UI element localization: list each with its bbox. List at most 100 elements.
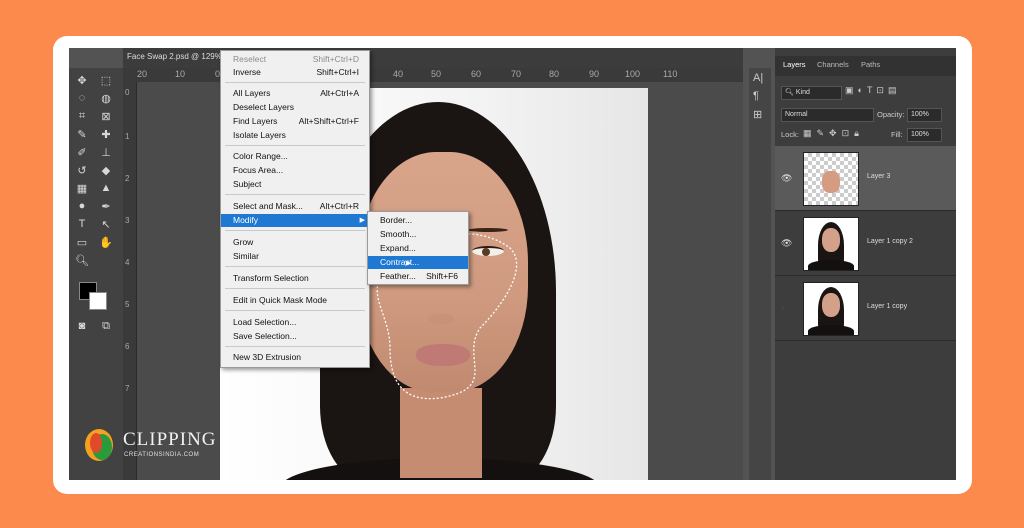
visibility-empty-box[interactable]: ▫ xyxy=(781,303,784,313)
ruler-mark: 70 xyxy=(511,69,522,79)
menu-item-focus-area[interactable]: Focus Area... xyxy=(221,164,369,177)
opacity-label: Opacity: xyxy=(877,110,905,119)
layer-thumbnail xyxy=(803,152,859,206)
background-color-swatch[interactable] xyxy=(89,292,107,310)
blend-mode-select[interactable]: Normal xyxy=(781,108,874,122)
filter-kind-select[interactable]: 🔍︎ Kind xyxy=(781,86,842,100)
tab-paths[interactable]: Paths xyxy=(861,60,880,69)
layer-row[interactable]: 👁︎ Layer 1 copy 2 xyxy=(775,211,956,276)
lock-icons[interactable]: ▦✎✥⊡🔒︎ xyxy=(803,128,864,139)
ruler-mark: 5 xyxy=(125,300,130,309)
paragraph-panel-icon[interactable]: ¶ xyxy=(753,90,759,102)
layer-name: Layer 1 copy 2 xyxy=(867,238,913,245)
submenu-item-contract[interactable]: Contract... ➤ xyxy=(368,256,468,269)
blur-tool-icon[interactable]: ▲ xyxy=(97,180,115,196)
visibility-eye-icon[interactable]: 👁︎ xyxy=(781,238,792,249)
layer-row[interactable]: 👁︎ Layer 3 xyxy=(775,146,956,211)
brush-tool-icon[interactable]: ✐ xyxy=(73,144,91,160)
ruler-mark: 6 xyxy=(125,342,130,351)
dodge-tool-icon[interactable]: ● xyxy=(73,198,91,214)
menu-separator xyxy=(225,230,365,231)
menu-item-deselect-layers[interactable]: Deselect Layers xyxy=(221,101,369,114)
menu-item-similar[interactable]: Similar xyxy=(221,250,369,263)
gradient-tool-icon[interactable]: ▦ xyxy=(73,180,91,196)
document-tab[interactable]: Face Swap 2.psd @ 129% xyxy=(127,52,222,61)
filter-row: 🔍︎ Kind ▣◐T⊡▤ xyxy=(775,82,956,102)
eraser-tool-icon[interactable]: ◆ xyxy=(97,162,115,178)
menu-item-find-layers[interactable]: Find Layers Alt+Shift+Ctrl+F xyxy=(221,115,369,128)
submenu-item-smooth[interactable]: Smooth... xyxy=(368,228,468,241)
menu-separator xyxy=(225,194,365,195)
submenu-item-border[interactable]: Border... xyxy=(368,214,468,227)
ruler-mark: 7 xyxy=(125,384,130,393)
photoshop-window: ✥ ⬚ ◌ ◍ ⌗ ⊠ ✎ ✚ ✐ ⊥ ↺ ◆ ▦ ▲ ● ✒ T ↖ ▭ ✋ … xyxy=(69,48,956,480)
ruler-mark: 90 xyxy=(589,69,600,79)
healing-brush-icon[interactable]: ✚ xyxy=(97,126,115,142)
menu-item-modify[interactable]: Modify ▶ xyxy=(221,214,369,227)
quick-select-icon[interactable]: ◍ xyxy=(97,90,115,106)
submenu-item-feather[interactable]: Feather... Shift+F6 xyxy=(368,270,468,283)
menu-item-select-and-mask[interactable]: Select and Mask... Alt+Ctrl+R xyxy=(221,200,369,213)
type-tool-icon[interactable]: T xyxy=(73,216,91,232)
ruler-mark: 20 xyxy=(137,69,148,79)
ruler-mark: 110 xyxy=(663,69,678,79)
screen-mode-icon[interactable]: ⧉ xyxy=(97,318,115,334)
menu-item-grow[interactable]: Grow xyxy=(221,236,369,249)
logo-title: CLIPPING xyxy=(123,429,217,450)
lasso-tool-icon[interactable]: ◌ xyxy=(73,90,91,106)
path-select-icon[interactable]: ↖ xyxy=(97,216,115,232)
menu-item-quick-mask[interactable]: Edit in Quick Mask Mode xyxy=(221,294,369,307)
filter-icons[interactable]: ▣◐T⊡▤ xyxy=(845,85,900,96)
menu-item-save-selection[interactable]: Save Selection... xyxy=(221,330,369,343)
layer-name: Layer 3 xyxy=(867,173,891,180)
tab-channels[interactable]: Channels xyxy=(817,60,849,69)
eyedropper-icon[interactable]: ✎ xyxy=(73,126,91,142)
menu-item-new-3d-extrusion[interactable]: New 3D Extrusion xyxy=(221,351,369,364)
menu-item-load-selection[interactable]: Load Selection... xyxy=(221,316,369,329)
crop-tool-icon[interactable]: ⌗ xyxy=(73,108,91,124)
menu-item-reselect[interactable]: Reselect Shift+Ctrl+D xyxy=(221,53,369,66)
ruler-mark: 40 xyxy=(393,69,404,79)
menu-separator xyxy=(225,266,365,267)
ruler-mark: 10 xyxy=(175,69,186,79)
layer-row[interactable]: ▫ Layer 1 copy xyxy=(775,276,956,341)
layers-panel: Layers Channels Paths 🔍︎ Kind ▣◐T⊡▤ Norm… xyxy=(775,48,956,480)
ruler-mark: 0 xyxy=(125,88,130,97)
character-panel-icon[interactable]: A| xyxy=(753,72,763,84)
move-tool-icon[interactable]: ✥ xyxy=(73,72,91,88)
hand-tool-icon[interactable]: ✋ xyxy=(97,234,115,250)
menu-item-color-range[interactable]: Color Range... xyxy=(221,150,369,163)
menu-item-subject[interactable]: Subject xyxy=(221,178,369,191)
panel-icon-strip: A| ¶ ⊞ xyxy=(749,68,771,480)
fill-label: Fill: xyxy=(891,130,903,139)
fill-input[interactable]: 100% xyxy=(907,128,942,142)
menu-item-all-layers[interactable]: All Layers Alt+Ctrl+A xyxy=(221,87,369,100)
pen-tool-icon[interactable]: ✒ xyxy=(97,198,115,214)
menu-separator xyxy=(225,346,365,347)
logo-subtitle: CREATIONSINDIA.COM xyxy=(124,452,200,458)
layer-thumbnail xyxy=(803,282,859,336)
menu-item-isolate-layers[interactable]: Isolate Layers xyxy=(221,129,369,142)
tools-panel: ✥ ⬚ ◌ ◍ ⌗ ⊠ ✎ ✚ ✐ ⊥ ↺ ◆ ▦ ▲ ● ✒ T ↖ ▭ ✋ … xyxy=(69,68,123,480)
quick-mask-icon[interactable]: ◙ xyxy=(73,318,91,334)
visibility-eye-icon[interactable]: 👁︎ xyxy=(781,173,792,184)
tab-layers[interactable]: Layers xyxy=(783,60,806,69)
ruler-mark: 60 xyxy=(471,69,482,79)
menu-item-transform-selection[interactable]: Transform Selection xyxy=(221,272,369,285)
menu-item-inverse[interactable]: Inverse Shift+Ctrl+I xyxy=(221,66,369,79)
marquee-tool-icon[interactable]: ⬚ xyxy=(97,72,115,88)
cursor-icon: ➤ xyxy=(404,258,412,268)
ruler-mark: 1 xyxy=(125,132,130,141)
history-brush-icon[interactable]: ↺ xyxy=(73,162,91,178)
shape-tool-icon[interactable]: ▭ xyxy=(73,234,91,250)
submenu-item-expand[interactable]: Expand... xyxy=(368,242,468,255)
ruler-mark: 80 xyxy=(549,69,560,79)
layer-thumbnail xyxy=(803,217,859,271)
opacity-input[interactable]: 100% xyxy=(907,108,942,122)
stamp-tool-icon[interactable]: ⊥ xyxy=(97,144,115,160)
ruler-mark: 4 xyxy=(125,258,130,267)
zoom-tool-icon[interactable]: 🔍︎ xyxy=(73,252,91,268)
frame-tool-icon[interactable]: ⊠ xyxy=(97,108,115,124)
glyphs-panel-icon[interactable]: ⊞ xyxy=(753,108,762,121)
select-menu: Reselect Shift+Ctrl+D Inverse Shift+Ctrl+I… xyxy=(220,50,370,368)
